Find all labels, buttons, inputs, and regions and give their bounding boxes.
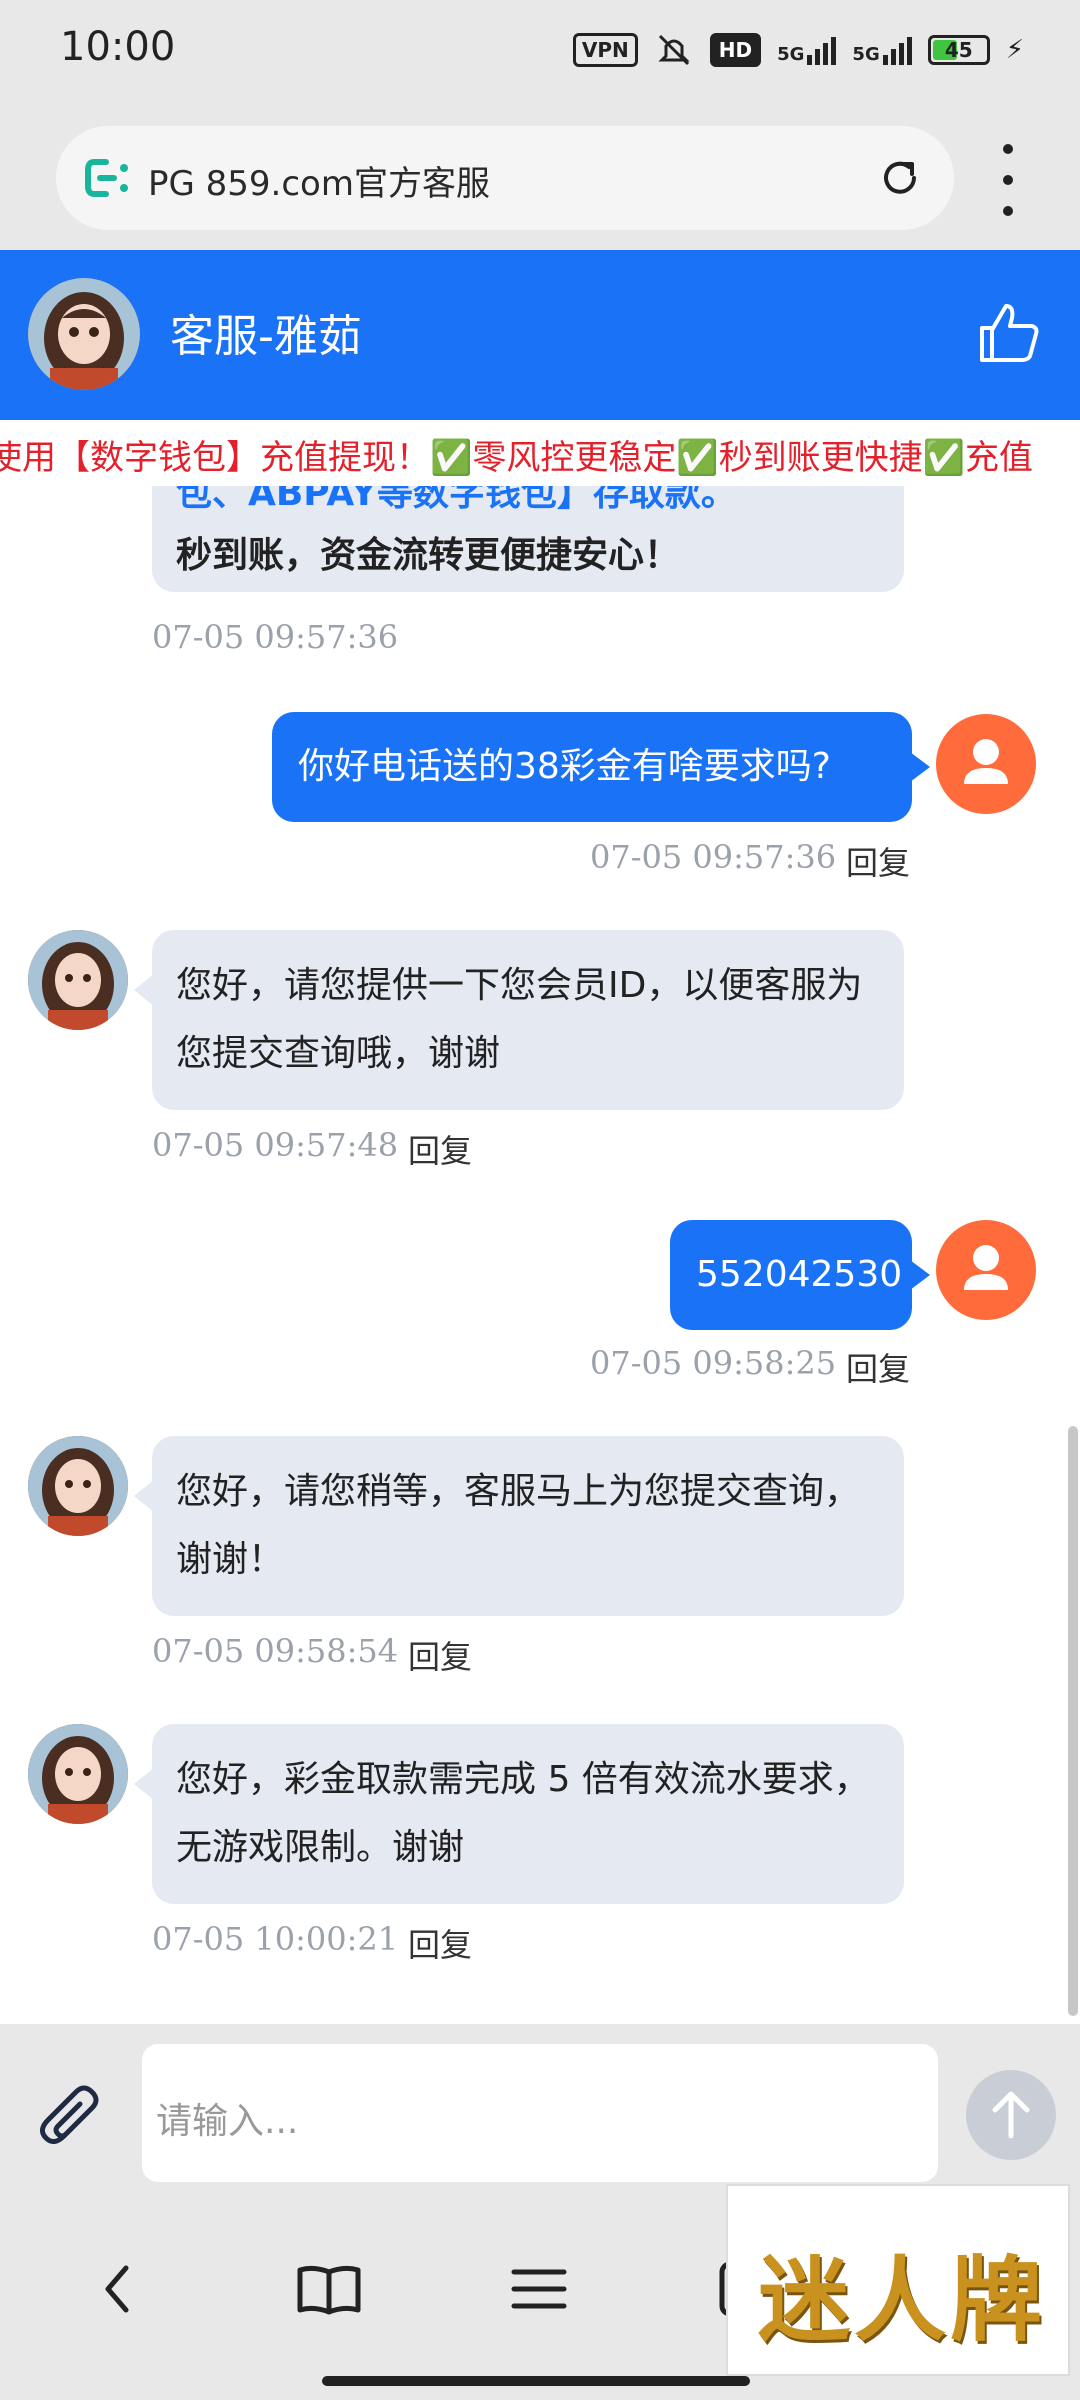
reply-button[interactable]: 回复 xyxy=(408,1920,472,1966)
message-timestamp: 07-05 09:58:54 xyxy=(152,1632,399,1670)
chat-header: 客服-雅茹 xyxy=(0,250,1080,420)
message-list[interactable]: 包、ABPAY等数字钱包】存取款。 秒到账，资金流转更便捷安心！ 07-05 0… xyxy=(0,486,1080,2024)
message-bubble-incoming[interactable]: 您好，请您稍等，客服马上为您提交查询，谢谢！ xyxy=(134,1436,904,1616)
vpn-icon: VPN xyxy=(572,33,638,67)
browser-toolbar: PG 859.com官方客服 xyxy=(0,104,1080,250)
hd-icon: HD xyxy=(709,33,762,67)
reply-button[interactable]: 回复 xyxy=(846,838,910,884)
message-text: 552042530 xyxy=(696,1254,903,1295)
message-bubble-outgoing[interactable]: 你好电话送的38彩金有啥要求吗? xyxy=(272,712,930,822)
reply-button[interactable]: 回复 xyxy=(408,1126,472,1172)
user-avatar xyxy=(936,1220,1036,1320)
thumbs-up-icon[interactable] xyxy=(976,300,1042,366)
signal-2-icon: 5G xyxy=(852,35,912,65)
message-bubble-incoming[interactable]: 您好，彩金取款需完成 5 倍有效流水要求，无游戏限制。谢谢 xyxy=(134,1724,904,1904)
message-timestamp: 07-05 09:57:48 xyxy=(152,1126,399,1164)
message-timestamp: 07-05 10:00:21 xyxy=(152,1920,399,1958)
reload-icon[interactable] xyxy=(876,154,924,202)
watermark-logo: 迷人牌 xyxy=(726,2184,1070,2376)
mute-icon xyxy=(658,34,690,66)
battery-icon: 45 xyxy=(927,35,990,65)
message-bubble-incoming[interactable]: 您好，请您提供一下您会员ID，以便客服为您提交查询哦，谢谢 xyxy=(134,930,904,1110)
more-vert-icon[interactable] xyxy=(990,144,1026,216)
agent-avatar xyxy=(28,1724,128,1824)
attachment-icon[interactable] xyxy=(32,2080,110,2158)
agent-avatar xyxy=(28,930,128,1030)
reply-button[interactable]: 回复 xyxy=(408,1632,472,1678)
message-timestamp: 07-05 09:58:25 xyxy=(590,1344,837,1382)
message-timestamp: 07-05 09:57:36 xyxy=(152,618,399,656)
arrow-up-icon xyxy=(992,2091,1030,2139)
message-text: 您好，请您提供一下您会员ID，以便客服为您提交查询哦，谢谢 xyxy=(176,965,863,1074)
url-text: PG 859.com官方客服 xyxy=(148,164,490,204)
announcement-marquee: 使用【数字钱包】充值提现！✅零风控更稳定✅秒到账更快捷✅充值 xyxy=(0,420,1080,486)
chat-title: 客服-雅茹 xyxy=(170,311,362,362)
status-time: 10:00 xyxy=(60,24,176,70)
site-icon xyxy=(85,159,128,197)
reply-button[interactable]: 回复 xyxy=(846,1344,910,1390)
message-bubble-outgoing[interactable]: 552042530 xyxy=(670,1220,930,1330)
message-text: 包、ABPAY等数字钱包】存取款。 xyxy=(176,486,737,514)
charging-icon: ⚡ xyxy=(1005,35,1024,65)
status-bar: 10:00 VPN HD 5G 5G 45 ⚡ xyxy=(0,0,1080,104)
message-text: 秒到账，资金流转更便捷安心！ xyxy=(176,535,681,576)
agent-avatar xyxy=(28,1436,128,1536)
bookmarks-icon[interactable] xyxy=(294,2254,364,2324)
message-timestamp: 07-05 09:57:36 xyxy=(590,838,837,876)
agent-avatar xyxy=(28,278,140,390)
scrollbar[interactable] xyxy=(1068,1426,1078,2016)
address-bar[interactable]: PG 859.com官方客服 xyxy=(56,126,954,230)
user-avatar xyxy=(936,714,1036,814)
message-text: 您好，请您稍等，客服马上为您提交查询，谢谢！ xyxy=(176,1471,861,1580)
message-input[interactable]: 请输入... xyxy=(142,2044,938,2182)
menu-icon[interactable] xyxy=(504,2254,574,2324)
message-text: 你好电话送的38彩金有啥要求吗? xyxy=(298,746,831,787)
message-text: 您好，彩金取款需完成 5 倍有效流水要求，无游戏限制。谢谢 xyxy=(176,1759,870,1868)
send-button[interactable] xyxy=(966,2070,1056,2160)
composer: 请输入... xyxy=(0,2024,1080,2210)
signal-1-icon: 5G xyxy=(777,35,837,65)
home-indicator[interactable] xyxy=(322,2376,750,2386)
back-icon[interactable] xyxy=(84,2254,154,2324)
input-placeholder: 请输入... xyxy=(156,2101,299,2142)
